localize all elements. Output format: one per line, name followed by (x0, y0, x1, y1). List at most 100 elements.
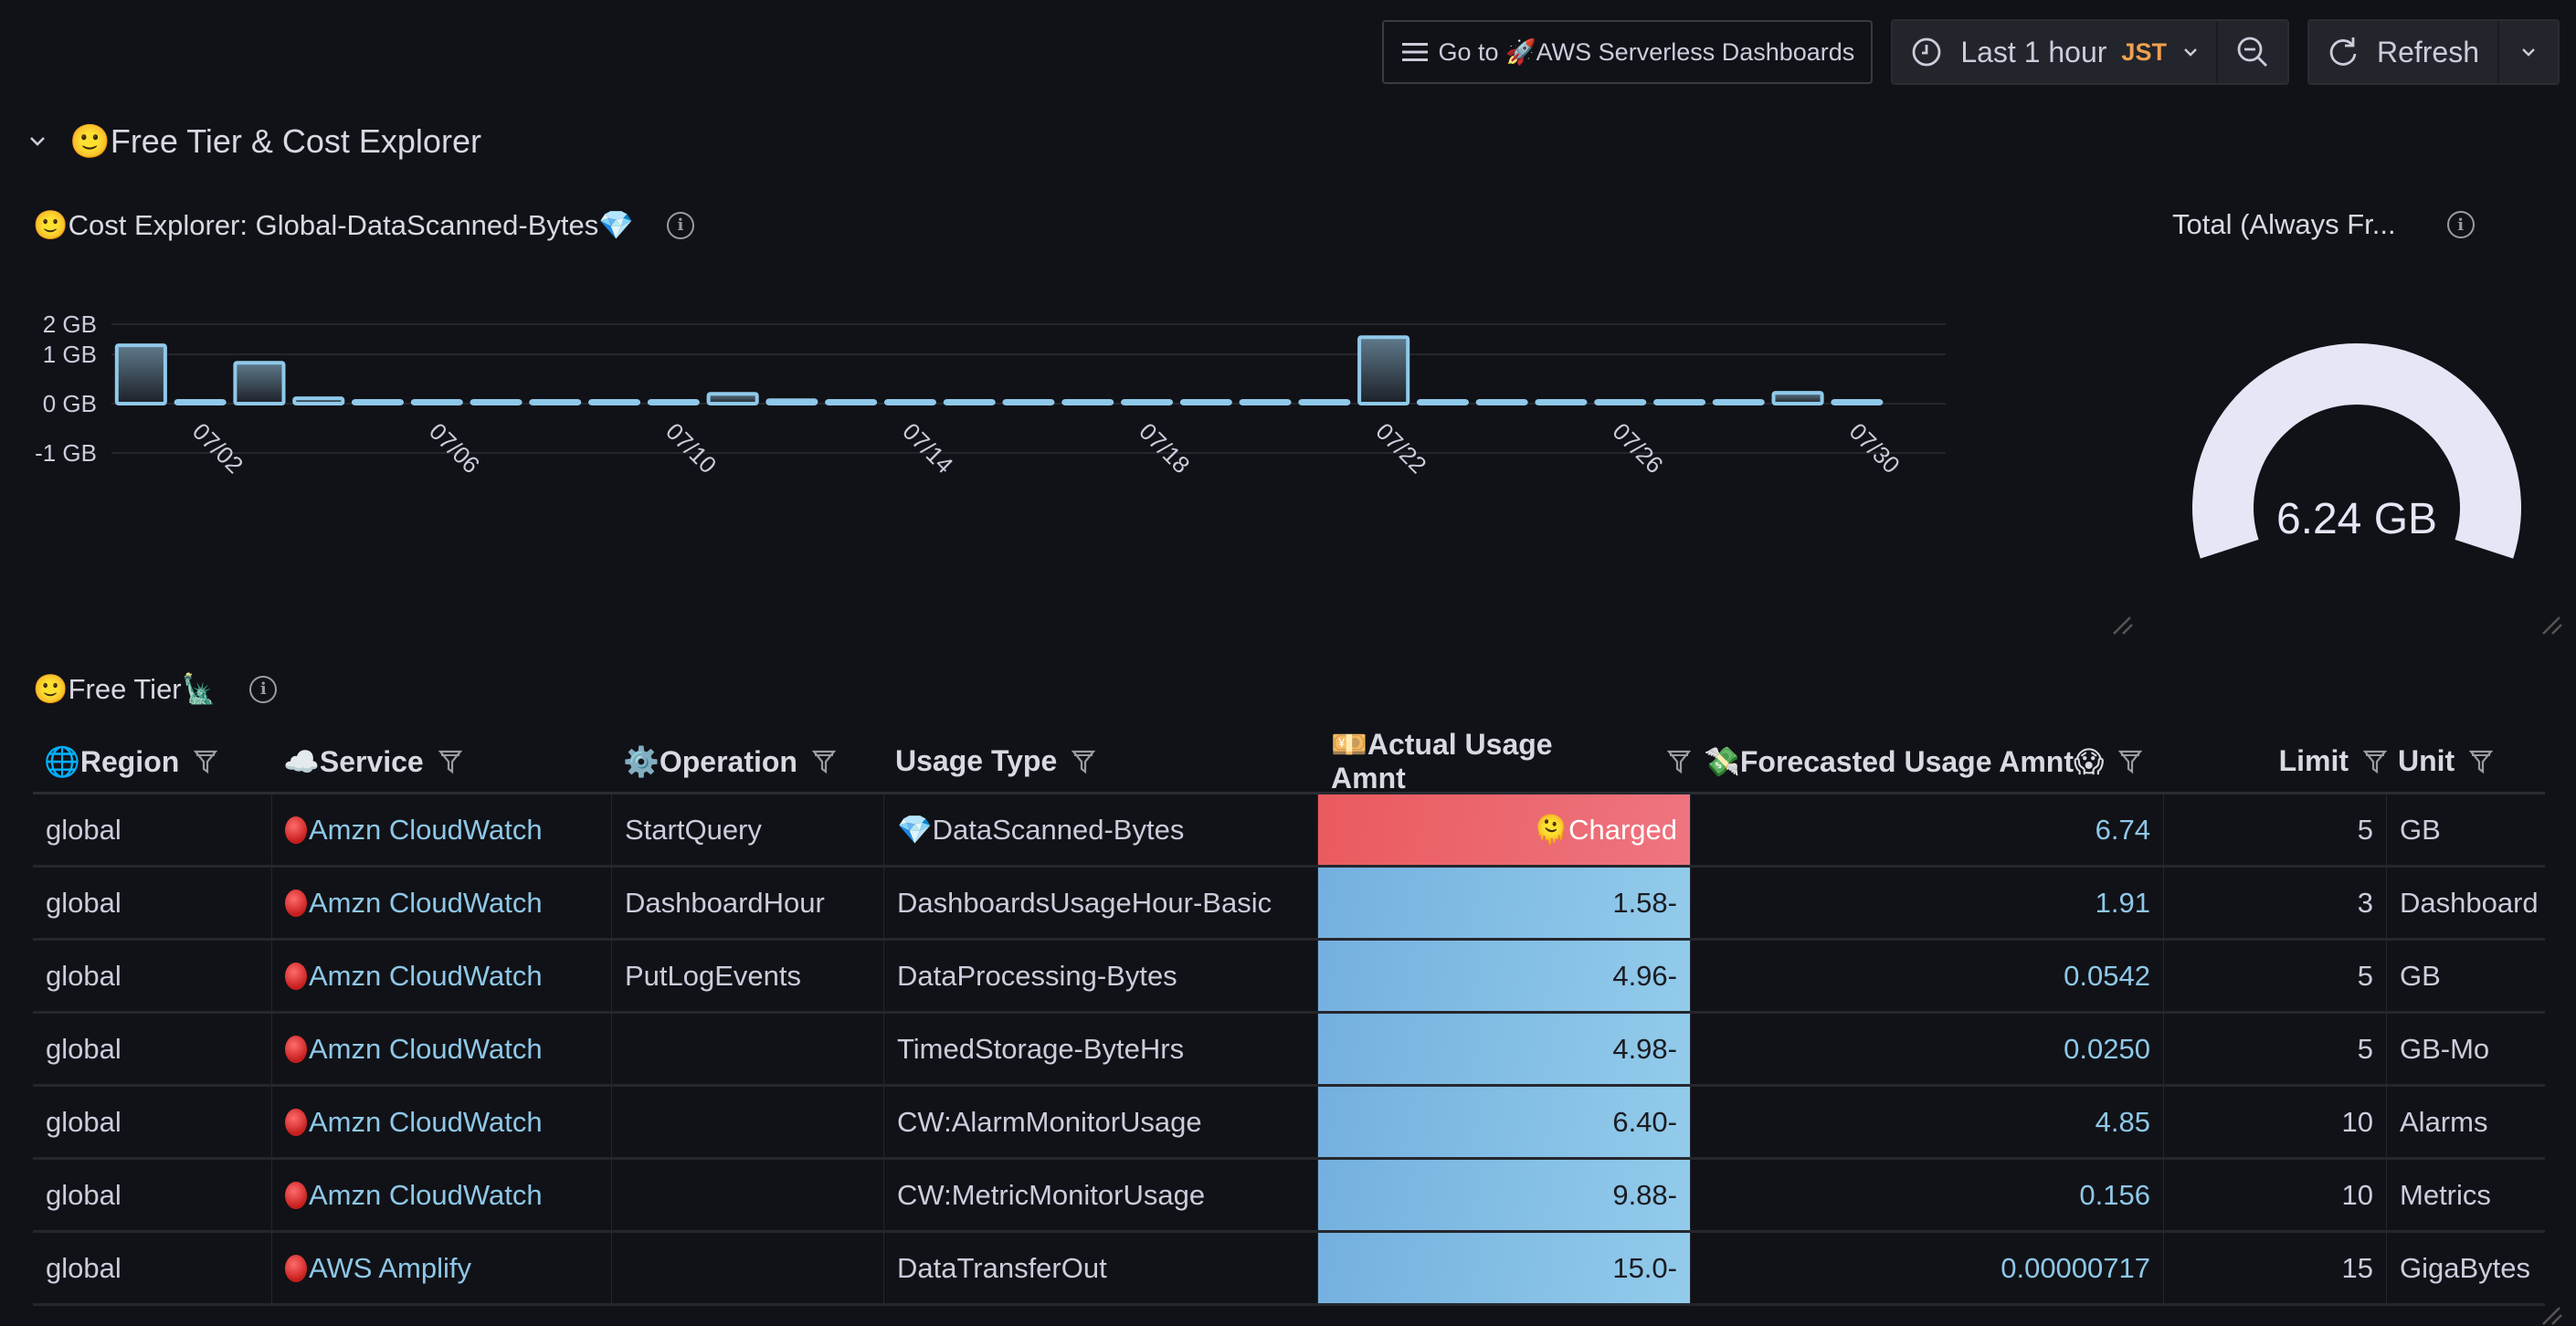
table-row: global Amzn CloudWatch PutLogEvents DataPro… (33, 941, 2545, 1014)
bar-07/29[interactable] (1771, 391, 1824, 405)
bar-07/22[interactable] (1357, 335, 1410, 406)
cell-region: global (33, 1087, 272, 1157)
refresh-icon (2328, 36, 2359, 68)
cell-forecasted-usage[interactable]: 0.00000717 (1691, 1233, 2164, 1303)
column-header-label: 💴Actual Usage Amnt (1331, 728, 1553, 795)
bar-07/16[interactable] (1002, 399, 1055, 405)
cell-service[interactable]: Amzn CloudWatch (272, 1160, 612, 1230)
cell-forecasted-usage[interactable]: 6.74 (1691, 795, 2164, 865)
cost-explorer-bar-chart: 2 GB 1 GB 0 GB -1 GB 07/02 07/06 07/10 07/14 07/… (35, 310, 1946, 479)
bar-07/07[interactable] (470, 399, 523, 405)
service-link[interactable]: Amzn CloudWatch (309, 1033, 543, 1066)
cell-unit: GB (2400, 813, 2441, 846)
chevron-down-icon (2183, 47, 2198, 57)
column-header-region[interactable]: 🌐Region (33, 744, 272, 779)
red-circle-icon (285, 816, 307, 844)
column-header-usage-type[interactable]: Usage Type (884, 744, 1318, 778)
row-collapse-toggle[interactable]: 🙂Free Tier & Cost Explorer (29, 122, 481, 161)
y-tick-label: 0 GB (43, 390, 97, 417)
service-link[interactable]: Amzn CloudWatch (309, 814, 543, 847)
service-link[interactable]: Amzn CloudWatch (309, 960, 543, 993)
bar-07/05[interactable] (351, 399, 404, 405)
bar-07/08[interactable] (529, 399, 582, 405)
cost-explorer-panel-header[interactable]: 🙂Cost Explorer: Global-DataScanned-Bytes… (33, 208, 694, 242)
column-header-limit[interactable]: Limit (2164, 744, 2387, 778)
gauge-panel-header[interactable]: Total (Always Fr... i (2172, 208, 2475, 241)
bar-07/12[interactable] (765, 398, 818, 405)
cell-forecasted-usage[interactable]: 0.0542 (1691, 941, 2164, 1011)
service-link[interactable]: Amzn CloudWatch (309, 887, 543, 920)
bar-07/26[interactable] (1594, 399, 1647, 405)
goto-dashboards-button[interactable]: Go to 🚀AWS Serverless Dashboards (1381, 20, 1874, 84)
bar-07/04[interactable] (292, 396, 345, 405)
info-icon[interactable]: i (2446, 211, 2475, 238)
service-link[interactable]: AWS Amplify (309, 1252, 471, 1285)
bar-07/03[interactable] (233, 361, 286, 405)
bar-07/19[interactable] (1179, 399, 1232, 405)
free-tier-panel-header[interactable]: 🙂Free Tier🗽 i (33, 672, 278, 706)
panel-resize-handle[interactable] (2541, 1304, 2563, 1326)
bar-07/20[interactable] (1239, 399, 1292, 405)
zoom-out-icon (2236, 36, 2269, 68)
column-header-label: Usage Type (895, 744, 1058, 777)
bar-07/23[interactable] (1416, 399, 1470, 405)
bar-07/01[interactable] (114, 343, 167, 405)
bar-07/25[interactable] (1535, 399, 1588, 405)
column-header-operation[interactable]: ⚙️Operation (612, 744, 884, 779)
bar-07/17[interactable] (1061, 399, 1114, 405)
panel-resize-handle[interactable] (2541, 614, 2563, 636)
bar-07/06[interactable] (410, 399, 463, 405)
info-icon[interactable]: i (666, 211, 694, 239)
cell-service[interactable]: Amzn CloudWatch (272, 868, 612, 938)
bar-07/24[interactable] (1475, 399, 1528, 405)
zoom-out-button[interactable] (2215, 21, 2287, 83)
bar-07/11[interactable] (706, 392, 759, 405)
bar-07/13[interactable] (825, 399, 878, 405)
bar-07/28[interactable] (1712, 399, 1765, 405)
service-link[interactable]: Amzn CloudWatch (309, 1106, 543, 1139)
column-header-service[interactable]: ☁️Service (272, 744, 612, 779)
filter-icon[interactable] (194, 749, 218, 774)
bar-07/30[interactable] (1831, 399, 1884, 405)
filter-icon[interactable] (1072, 749, 1096, 774)
refresh-button[interactable]: Refresh (2309, 21, 2497, 83)
panel-resize-handle[interactable] (2112, 614, 2134, 636)
bar-07/21[interactable] (1298, 399, 1351, 405)
gauge-value: 6.24 GB (2276, 495, 2437, 543)
column-header-label: 🌐Region (44, 744, 180, 778)
filter-icon[interactable] (2469, 749, 2494, 774)
info-icon[interactable]: i (249, 675, 278, 703)
cell-service[interactable]: AWS Amplify (272, 1233, 612, 1303)
bar-07/14[interactable] (883, 399, 937, 405)
bar-07/09[interactable] (588, 399, 641, 405)
column-header-unit[interactable]: Unit (2387, 744, 2545, 778)
service-link[interactable]: Amzn CloudWatch (309, 1179, 543, 1212)
cell-forecasted-usage[interactable]: 0.0250 (1691, 1014, 2164, 1084)
cell-forecasted-usage[interactable]: 1.91 (1691, 868, 2164, 938)
bar-07/02[interactable] (174, 399, 227, 405)
cell-forecasted-usage[interactable]: 0.156 (1691, 1160, 2164, 1230)
filter-icon[interactable] (2363, 749, 2387, 774)
cell-service[interactable]: Amzn CloudWatch (272, 1087, 612, 1157)
bar-07/18[interactable] (1121, 399, 1174, 405)
bar-07/15[interactable] (943, 399, 996, 405)
time-range-picker[interactable]: Last 1 hour JST (1893, 21, 2216, 83)
cell-service[interactable]: Amzn CloudWatch (272, 1014, 612, 1084)
cell-service[interactable]: Amzn CloudWatch (272, 795, 612, 865)
table-row: global Amzn CloudWatch TimedStorage-ByteHr… (33, 1014, 2545, 1087)
filter-icon[interactable] (438, 749, 462, 774)
cell-unit: GB (2400, 959, 2441, 992)
cell-service[interactable]: Amzn CloudWatch (272, 941, 612, 1011)
goto-dashboards-label: Go to 🚀AWS Serverless Dashboards (1438, 38, 1855, 66)
bar-07/27[interactable] (1653, 399, 1706, 405)
column-header-actual-usage[interactable]: 💴Actual Usage Amnt (1318, 727, 1691, 795)
cell-operation: PutLogEvents (612, 941, 884, 1011)
filter-icon[interactable] (2118, 749, 2143, 774)
bar-07/10[interactable] (647, 399, 700, 405)
refresh-interval-dropdown[interactable] (2497, 21, 2558, 83)
filter-icon[interactable] (811, 749, 836, 774)
filter-icon[interactable] (1667, 749, 1691, 774)
column-header-forecasted-usage[interactable]: 💸Forecasted Usage Amnt😱 (1691, 744, 2164, 779)
x-tick-label: 07/26 (1607, 417, 1668, 479)
cell-forecasted-usage[interactable]: 4.85 (1691, 1087, 2164, 1157)
